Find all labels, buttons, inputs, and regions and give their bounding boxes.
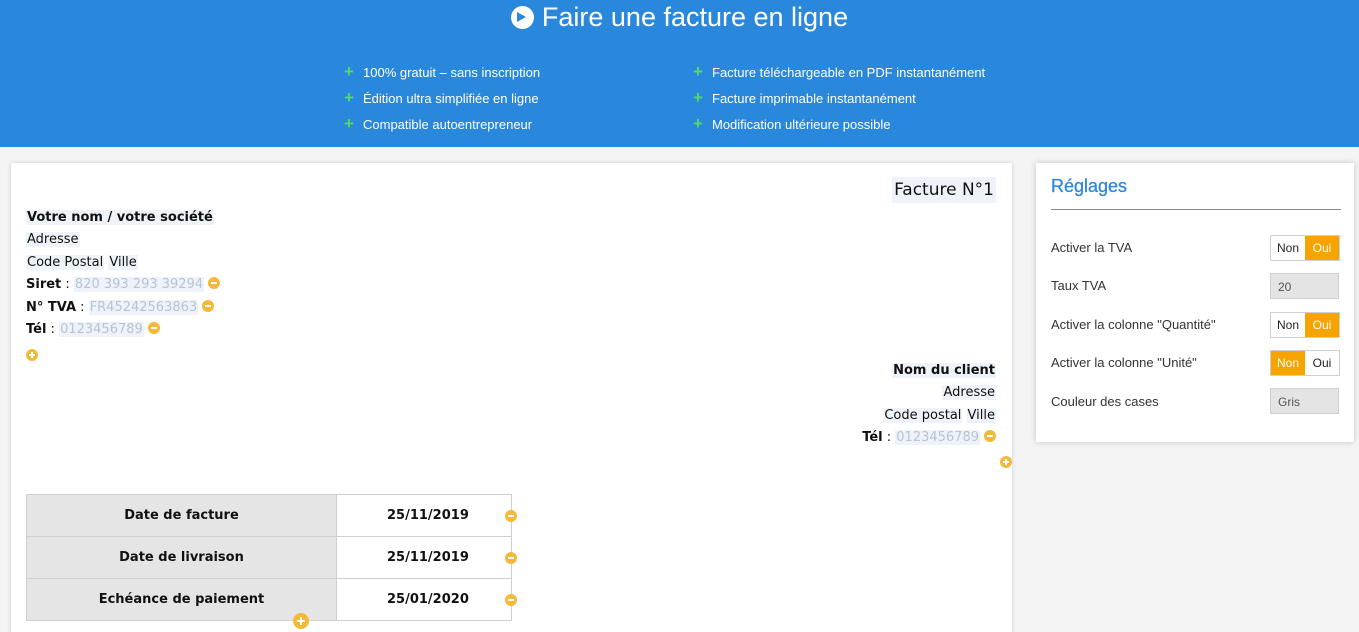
unit-toggle: Non Oui bbox=[1270, 350, 1340, 376]
remove-date-icon[interactable] bbox=[505, 510, 517, 522]
toggle-off-button[interactable]: Non bbox=[1271, 236, 1305, 260]
date-value-cell: 25/01/2020 bbox=[336, 578, 517, 621]
tel-label: Tél bbox=[26, 322, 47, 337]
add-seller-field-icon[interactable] bbox=[26, 349, 38, 361]
tva-toggle: Non Oui bbox=[1270, 235, 1340, 261]
siret-field[interactable]: 820 393 293 39294 bbox=[73, 277, 205, 292]
tva-rate-label: Taux TVA bbox=[1051, 278, 1107, 293]
client-postal-code-field[interactable]: Code postal bbox=[883, 408, 963, 423]
settings-title: Réglages bbox=[1051, 176, 1128, 196]
add-date-icon[interactable] bbox=[292, 613, 309, 629]
feature-item: + Édition ultra simplifiée en ligne bbox=[344, 88, 539, 107]
seller-tel-field[interactable]: 0123456789 bbox=[59, 322, 144, 337]
toggle-on-button[interactable]: Oui bbox=[1305, 313, 1339, 337]
seller-address-field[interactable]: Adresse bbox=[26, 232, 80, 247]
tva-rate-input[interactable]: 20 bbox=[1270, 273, 1339, 299]
remove-siret-icon[interactable] bbox=[208, 277, 221, 289]
unit-toggle-label: Activer la colonne "Unité" bbox=[1051, 355, 1197, 370]
feature-item: + Modification ultérieure possible bbox=[693, 114, 891, 133]
client-tel-line: Tél : 0123456789 bbox=[862, 428, 996, 447]
feature-item: + Facture imprimable instantanément bbox=[693, 88, 916, 107]
tva-toggle-label: Activer la TVA bbox=[1051, 240, 1133, 255]
date-value[interactable]: 25/11/2019 bbox=[387, 550, 469, 565]
date-label[interactable]: Date de facture bbox=[26, 494, 337, 537]
remove-date-icon[interactable] bbox=[505, 594, 517, 606]
remove-tva-icon[interactable] bbox=[202, 300, 215, 312]
client-name-line: Nom du client bbox=[892, 361, 996, 380]
toggle-off-button[interactable]: Non bbox=[1271, 313, 1305, 337]
plus-icon: + bbox=[693, 62, 703, 81]
cell-color-select[interactable]: Gris bbox=[1270, 388, 1339, 414]
seller-city-line: Code Postal Ville bbox=[26, 253, 138, 272]
client-address-line: Adresse bbox=[942, 383, 996, 402]
plus-icon: + bbox=[344, 114, 354, 133]
client-name-field[interactable]: Nom du client bbox=[892, 363, 996, 378]
quantity-toggle: Non Oui bbox=[1270, 312, 1340, 338]
client-city-line: Code postal Ville bbox=[883, 406, 996, 425]
seller-name-line: Votre nom / votre société bbox=[26, 208, 214, 227]
table-row: Date de livraison 25/11/2019 bbox=[26, 536, 517, 579]
date-value[interactable]: 25/01/2020 bbox=[387, 592, 469, 607]
plus-icon: + bbox=[693, 114, 703, 133]
seller-name-field[interactable]: Votre nom / votre société bbox=[26, 210, 214, 225]
plus-icon: + bbox=[344, 62, 354, 81]
feature-item: + Compatible autoentrepreneur bbox=[344, 114, 533, 133]
feature-item: +100% gratuit – sans inscription bbox=[344, 62, 541, 81]
table-row: Echéance de paiement 25/01/2020 bbox=[26, 578, 517, 621]
invoice-sheet: Facture N°1 Votre nom / votre société Ad… bbox=[11, 163, 1013, 632]
seller-tva-line: N° TVA : FR45242563863 bbox=[26, 298, 215, 317]
add-client-field-icon[interactable] bbox=[1000, 456, 1013, 468]
date-value-cell: 25/11/2019 bbox=[336, 536, 517, 579]
divider bbox=[1051, 209, 1341, 210]
toggle-on-button[interactable]: Oui bbox=[1305, 236, 1339, 260]
client-tel-label: Tél bbox=[862, 430, 883, 445]
remove-tel-icon[interactable] bbox=[147, 322, 160, 334]
table-row: Date de facture 25/11/2019 bbox=[26, 494, 517, 537]
date-label[interactable]: Echéance de paiement bbox=[26, 578, 337, 621]
dates-table: Date de facture 25/11/2019 Date de livra… bbox=[26, 494, 517, 621]
plus-icon: + bbox=[344, 88, 354, 107]
siret-label: Siret bbox=[26, 277, 62, 292]
client-address-field[interactable]: Adresse bbox=[942, 385, 996, 400]
quantity-toggle-label: Activer la colonne "Quantité" bbox=[1051, 317, 1216, 332]
seller-city-field[interactable]: Ville bbox=[108, 255, 138, 270]
client-city-field[interactable]: Ville bbox=[966, 408, 996, 423]
invoice-number[interactable]: Facture N°1 bbox=[892, 177, 996, 203]
date-value-cell: 25/11/2019 bbox=[336, 494, 517, 537]
remove-date-icon[interactable] bbox=[505, 552, 517, 564]
seller-siret-line: Siret : 820 393 293 39294 bbox=[26, 275, 221, 294]
cell-color-label: Couleur des cases bbox=[1051, 394, 1159, 409]
toggle-off-button[interactable]: Non bbox=[1271, 351, 1305, 375]
arrow-circle-right-icon bbox=[510, 6, 534, 29]
client-tel-field[interactable]: 0123456789 bbox=[895, 430, 980, 445]
feature-item: + Facture téléchargeable en PDF instantan… bbox=[693, 62, 986, 81]
settings-panel: Réglages Activer la TVA Non Oui Taux TVA… bbox=[1036, 163, 1354, 442]
date-value[interactable]: 25/11/2019 bbox=[387, 508, 469, 523]
tva-field[interactable]: FR45242563863 bbox=[88, 300, 199, 315]
date-label[interactable]: Date de livraison bbox=[26, 536, 337, 579]
tva-label: N° TVA bbox=[26, 300, 77, 315]
toggle-on-button[interactable]: Oui bbox=[1305, 351, 1339, 375]
seller-postal-code-field[interactable]: Code Postal bbox=[26, 255, 105, 270]
remove-client-tel-icon[interactable] bbox=[984, 430, 996, 442]
page-title: Faire une facture en ligne bbox=[0, 0, 1359, 34]
seller-tel-line: Tél : 0123456789 bbox=[26, 320, 160, 339]
seller-address-line: Adresse bbox=[26, 230, 80, 249]
plus-icon: + bbox=[693, 88, 703, 107]
header-banner: Faire une facture en ligne +100% gratuit… bbox=[0, 0, 1359, 147]
